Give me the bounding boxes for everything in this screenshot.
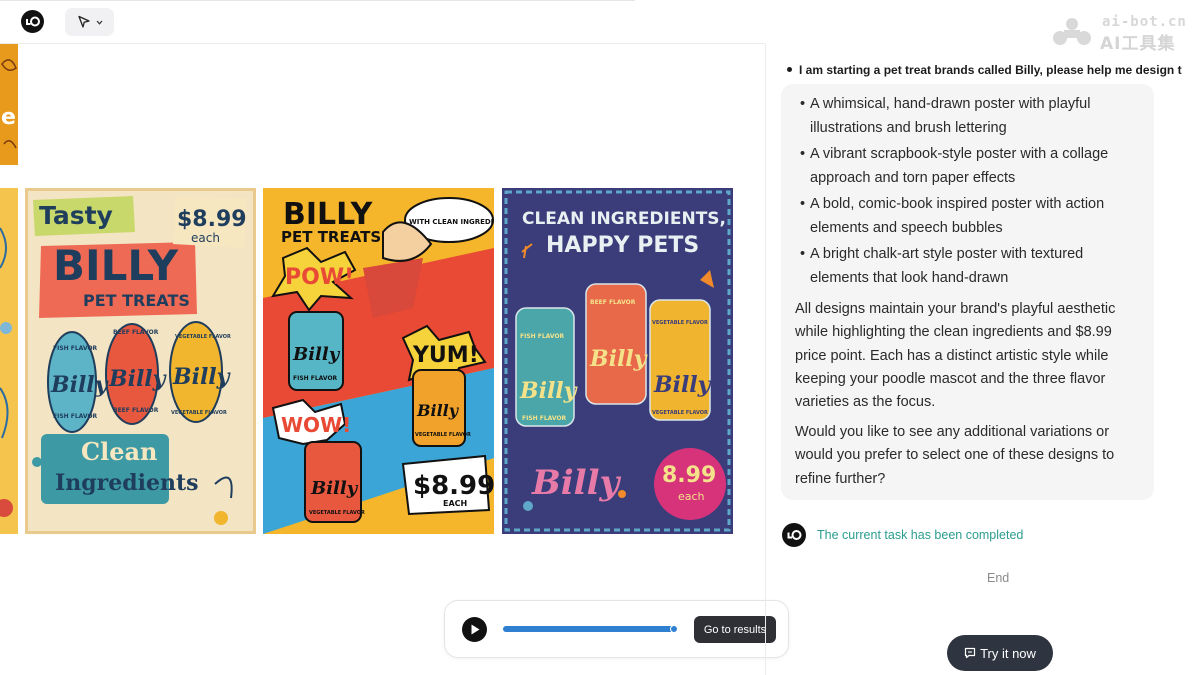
poster-c-price: 8.99 (662, 463, 716, 488)
design-option-list: A whimsical, hand-drawn poster with play… (800, 93, 1145, 293)
poster-b-can-flavor-3: VEGETABLE FLAVOR (309, 510, 365, 516)
design-option-item: A bright chalk-art style poster with tex… (800, 243, 1145, 290)
progress-slider[interactable] (503, 625, 678, 633)
poster-b-price: $8.99 (413, 471, 494, 501)
poster-a-headline-top: Tasty (39, 201, 113, 230)
poster-a-price-unit: each (191, 231, 220, 245)
bullet-dot (787, 67, 792, 72)
play-button[interactable] (462, 617, 487, 642)
poster-b-burst-2: YUM! (412, 343, 479, 368)
watermark-brand: AI工具集 (1100, 34, 1176, 54)
poster-c-signature: Billy (531, 463, 621, 503)
partial-poster-left[interactable] (0, 188, 18, 534)
watermark: ai-bot.cn AI工具集 (1050, 14, 1195, 54)
reply-paragraph-summary: All designs maintain your brand's playfu… (795, 301, 1116, 411)
design-option-item: A bold, comic-book inspired poster with … (800, 193, 1145, 240)
reply-paragraph-question: Would you like to see any additional var… (795, 424, 1115, 487)
top-divider (0, 0, 635, 1)
progress-fill (503, 626, 674, 632)
poster-a-tagline-1: Clean (81, 437, 158, 466)
end-label: End (987, 571, 1010, 585)
poster-comic[interactable]: BILLY PET TREATS WITH CLEAN INGREDIENTS!… (263, 188, 494, 534)
top-toolbar (0, 0, 765, 44)
user-message: I am starting a pet treat brands called … (785, 63, 1200, 81)
user-message-text: I am starting a pet treat brands called … (799, 63, 1182, 77)
poster-c-price-unit: each (678, 490, 705, 503)
try-it-now-button[interactable]: Try it now (947, 635, 1053, 671)
poster-c-headline-2: HAPPY PETS (546, 233, 699, 258)
poster-b-can-brand-3: Billy (310, 478, 359, 499)
go-to-results-button[interactable]: Go to results (694, 616, 776, 643)
pointer-tool-button[interactable] (65, 8, 114, 36)
task-complete-text: The current task has been completed (817, 528, 1024, 542)
poster-a-can-2-bottom: BEEF FLAVOR (113, 407, 159, 414)
play-icon (471, 624, 480, 635)
poster-a-headline: BILLY (53, 241, 179, 290)
poster-c-can-1-brand: Billy (519, 378, 579, 404)
watermark-logo-icon (1053, 18, 1091, 45)
poster-c-headline-1: CLEAN INGREDIENTS, (522, 209, 726, 229)
try-it-now-label: Try it now (980, 645, 1036, 661)
poster-b-can-flavor-2: VEGETABLE FLAVOR (415, 432, 471, 438)
poster-c-can-2-top: BEEF FLAVOR (590, 299, 636, 306)
poster-c-can-3-bottom: VEGETABLE FLAVOR (652, 410, 708, 416)
poster-a-tagline-2: Ingredients (55, 470, 199, 496)
poster-a-can-1-top: FISH FLAVOR (53, 345, 98, 352)
playback-bar: Go to results (444, 600, 789, 658)
partial-poster-thumbnail[interactable]: e (0, 44, 18, 165)
poster-b-subhead: PET TREATS (281, 228, 381, 246)
progress-handle[interactable] (669, 625, 678, 633)
panel-divider (765, 44, 766, 675)
poster-chalk-art[interactable]: CLEAN INGREDIENTS, HAPPY PETS FISH FLAVO… (502, 188, 733, 534)
poster-a-can-3-top: VEGETABLE FLAVOR (175, 334, 231, 340)
poster-a-can-2-top: BEEF FLAVOR (113, 329, 159, 336)
poster-a-can-1-brand: Billy (50, 372, 110, 398)
lo-logo-icon[interactable] (21, 10, 44, 33)
poster-c-can-1-bottom: FISH FLAVOR (522, 415, 567, 422)
poster-a-can-3-brand: Billy (172, 364, 232, 390)
poster-c-can-3-top: VEGETABLE FLAVOR (652, 320, 708, 326)
poster-c-can-3-brand: Billy (653, 372, 713, 398)
cursor-arrow-icon (77, 15, 90, 28)
watermark-domain: ai-bot.cn (1102, 14, 1187, 30)
assistant-reply: A whimsical, hand-drawn poster with play… (781, 84, 1154, 500)
poster-canvas[interactable]: e Tasty $8.99 each BILLY PET TREATS FISH… (0, 44, 765, 675)
design-option-item: A vibrant scrapbook-style poster with a … (800, 143, 1145, 190)
poster-a-can-2-brand: Billy (108, 366, 168, 392)
poster-a-can-3-bottom: VEGETABLE FLAVOR (171, 410, 227, 416)
poster-c-can-2-brand: Billy (589, 346, 649, 372)
poster-a-price: $8.99 (177, 207, 247, 232)
poster-b-headline: BILLY (283, 197, 374, 232)
poster-a-can-1-bottom: FISH FLAVOR (53, 413, 98, 420)
poster-a-subhead: PET TREATS (83, 291, 190, 310)
chevron-down-icon (96, 20, 102, 25)
poster-b-can-brand-2: Billy (416, 401, 460, 420)
task-status: The current task has been completed (782, 523, 1082, 549)
poster-b-burst-1: POW! (285, 265, 354, 290)
chat-square-icon (964, 647, 976, 659)
poster-b-can-flavor: FISH FLAVOR (293, 375, 338, 382)
svg-text:e: e (1, 105, 16, 130)
poster-b-bubble: WITH CLEAN INGREDIENTS! (409, 218, 494, 226)
poster-b-can-brand: Billy (292, 344, 341, 365)
poster-whimsical[interactable]: Tasty $8.99 each BILLY PET TREATS FISH F… (25, 188, 256, 534)
poster-b-burst-3: WOW! (281, 413, 351, 437)
lo-logo-icon (782, 523, 806, 547)
poster-b-price-unit: EACH (443, 499, 467, 508)
poster-c-can-1-top: FISH FLAVOR (520, 333, 565, 340)
design-option-item: A whimsical, hand-drawn poster with play… (800, 93, 1145, 140)
